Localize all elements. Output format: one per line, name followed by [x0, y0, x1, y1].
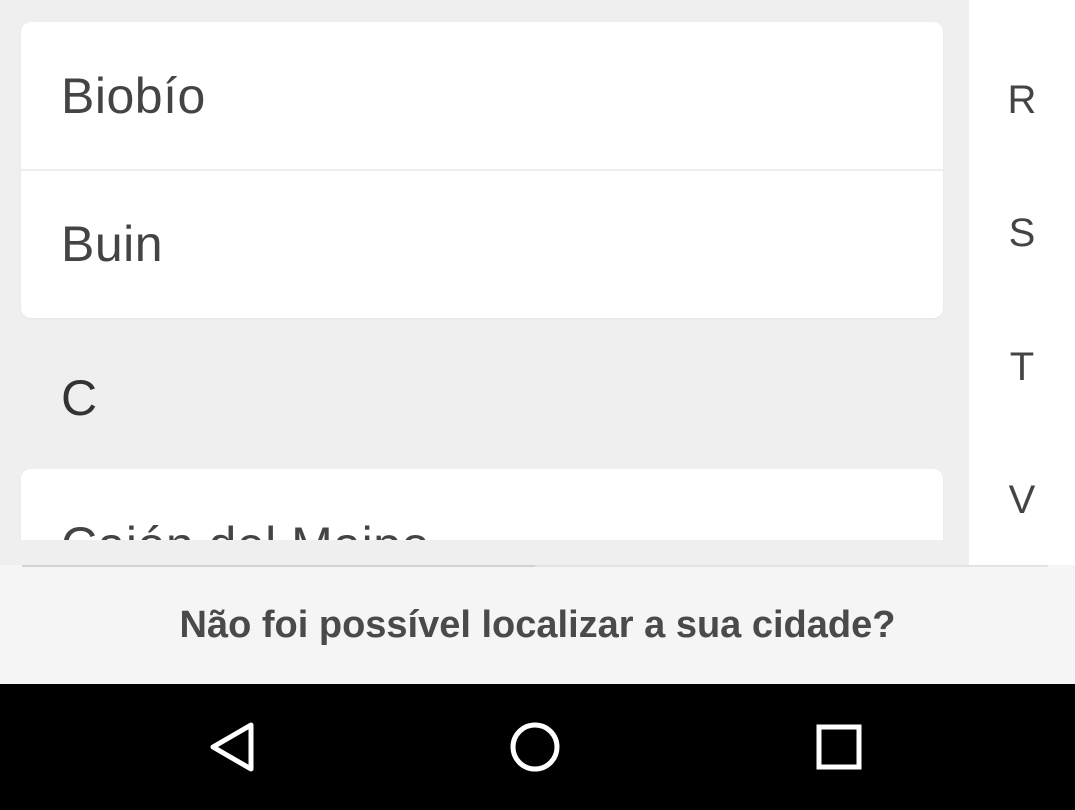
city-card-group-b: Biobío Buin — [21, 22, 943, 318]
index-letter-r[interactable]: R — [969, 78, 1075, 122]
alphabet-index-sidebar[interactable]: R S T V — [969, 0, 1075, 565]
system-navigation-bar — [0, 684, 1075, 810]
footer-bar: Não foi possível localizar a sua cidade? — [0, 565, 1075, 684]
list-item-city[interactable]: Buin — [21, 170, 943, 318]
city-card-group-c: Cajón del Maipo — [21, 469, 943, 540]
section-header-letter: C — [61, 370, 98, 426]
city-label: Cajón del Maipo — [61, 517, 430, 540]
list-item-city[interactable]: Cajón del Maipo — [21, 469, 943, 540]
city-picker-screen: Biobío Buin C Cajón del Maipo R S T V Nã… — [0, 0, 1075, 810]
scroll-progress-indicator — [22, 565, 535, 567]
city-list[interactable]: Biobío Buin C Cajón del Maipo — [0, 0, 969, 540]
city-label: Biobío — [61, 68, 206, 124]
home-button[interactable] — [495, 707, 575, 787]
home-circle-icon — [510, 722, 560, 772]
back-triangle-icon — [210, 722, 254, 772]
index-letter-t[interactable]: T — [969, 345, 1075, 389]
index-letter-v[interactable]: V — [969, 478, 1075, 522]
recents-button[interactable] — [799, 707, 879, 787]
city-not-found-link[interactable]: Não foi possível localizar a sua cidade? — [0, 603, 1075, 647]
recents-square-icon — [816, 724, 862, 770]
city-label: Buin — [61, 216, 164, 272]
index-letter-s[interactable]: S — [969, 211, 1075, 255]
list-item-city[interactable]: Biobío — [21, 22, 943, 171]
back-button[interactable] — [193, 707, 273, 787]
